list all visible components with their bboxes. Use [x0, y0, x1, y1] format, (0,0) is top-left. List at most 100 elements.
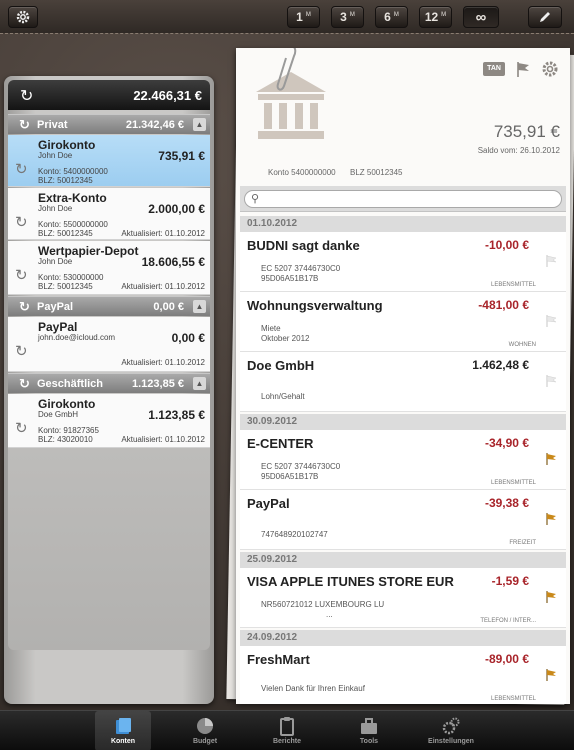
tab-konten[interactable]: Konten	[95, 711, 151, 750]
transaction-description: Lohn/Gehalt	[261, 392, 305, 401]
transaction-row[interactable]: Wohnungsverwaltung -481,00 € Miete Oktob…	[240, 292, 566, 352]
transaction-name: PayPal	[247, 496, 290, 511]
transaction-row[interactable]: FreshMart -89,00 € Vielen Dank für Ihren…	[240, 646, 566, 704]
transaction-name: VISA APPLE ITUNES STORE EUR	[247, 574, 454, 589]
account-row-girokonto-business[interactable]: ↻ Girokonto Doe GmbH 1.123,85 € Konto: 9…	[8, 394, 210, 448]
date-separator: 24.09.2012	[240, 630, 566, 646]
accounts-total: 22.466,31 €	[133, 88, 202, 103]
period-unit: M	[393, 12, 399, 18]
collapse-arrow-icon[interactable]: ▲	[193, 118, 206, 131]
refresh-icon[interactable]: ↻	[19, 117, 30, 133]
group-header-privat[interactable]: ↻ Privat 21.342,46 € ▲	[8, 114, 210, 134]
tab-budget[interactable]: Budget	[177, 711, 233, 750]
tab-einstellungen[interactable]: Einstellungen	[423, 711, 479, 750]
flag-white-icon[interactable]	[544, 314, 558, 328]
transaction-row[interactable]: PayPal -39,38 € 747648920102747 FREIZEIT	[240, 490, 566, 550]
account-row-wertpapier-depot[interactable]: ↻ Wertpapier-Depot John Doe 18.606,55 € …	[8, 241, 210, 295]
period-3m-button[interactable]: 3M	[331, 6, 364, 28]
refresh-icon[interactable]: ↻	[15, 419, 28, 437]
balance-date: Saldo vom: 26.10.2012	[477, 146, 560, 155]
transaction-amount: -10,00 €	[484, 238, 529, 252]
accounts-icon	[116, 718, 131, 734]
account-row-extra-konto[interactable]: ↻ Extra-Konto John Doe 2.000,00 € Konto:…	[8, 188, 210, 240]
transaction-description: 747648920102747	[261, 530, 328, 539]
flag-orange-icon[interactable]	[544, 452, 558, 466]
toolbox-icon	[361, 718, 377, 734]
edit-button[interactable]	[528, 6, 562, 28]
refresh-icon[interactable]: ↻	[15, 266, 28, 284]
transaction-description: NR560721012 LUXEMBOURG LU	[261, 600, 385, 609]
period-12m-button[interactable]: 12 M	[419, 6, 452, 28]
account-amount: 18.606,55 €	[141, 255, 205, 269]
settings-button[interactable]	[8, 6, 38, 28]
refresh-icon[interactable]: ↻	[19, 376, 30, 392]
transaction-description: EC 5207 37446730C0	[261, 462, 341, 471]
period-unit: M	[305, 12, 311, 18]
transaction-description: ...	[326, 610, 333, 619]
account-row-paypal[interactable]: ↻ PayPal john.doe@icloud.com 0,00 € Aktu…	[8, 317, 210, 372]
collapse-arrow-icon[interactable]: ▲	[193, 300, 206, 313]
flag-orange-icon[interactable]	[544, 512, 558, 526]
account-updated: Aktualisiert: 01.10.2012	[121, 282, 205, 291]
period-1m-button[interactable]: 1M	[287, 6, 320, 28]
flag-white-icon[interactable]	[544, 374, 558, 388]
refresh-icon[interactable]: ↻	[19, 299, 30, 315]
account-blz: BLZ: 50012345	[38, 176, 93, 185]
transaction-name: FreshMart	[247, 652, 310, 667]
transaction-category: FREIZEIT	[509, 540, 536, 546]
account-row-girokonto[interactable]: ↻ Girokonto John Doe 735,91 € Konto: 540…	[8, 135, 210, 187]
transaction-category: LEBENSMITTEL	[490, 480, 536, 486]
gear-icon	[16, 10, 30, 24]
account-number: Konto: 91827365	[38, 426, 99, 435]
tab-label: Einstellungen	[428, 738, 474, 745]
transaction-description: EC 5207 37446730C0	[261, 264, 341, 273]
refresh-all-icon[interactable]: ↻	[20, 86, 33, 106]
account-name: PayPal	[38, 320, 78, 334]
refresh-icon[interactable]: ↻	[15, 342, 28, 360]
account-number: Konto: 5500000000	[38, 220, 108, 229]
tan-button[interactable]: TAN	[483, 62, 505, 76]
flag-orange-icon[interactable]	[544, 668, 558, 682]
flag-white-icon[interactable]	[544, 254, 558, 268]
account-owner: john.doe@icloud.com	[38, 333, 116, 342]
period-all-button[interactable]: ∞	[463, 6, 499, 28]
transaction-row[interactable]: VISA APPLE ITUNES STORE EUR -1,59 € NR56…	[240, 568, 566, 628]
account-number: Konto: 5400000000	[38, 167, 108, 176]
account-amount: 0,00 €	[171, 331, 205, 345]
account-amount: 1.123,85 €	[148, 408, 205, 422]
group-sum: 21.342,46 €	[125, 119, 184, 131]
clipboard-icon	[280, 717, 294, 736]
period-6m-button[interactable]: 6M	[375, 6, 408, 28]
period-number: 12	[424, 10, 439, 24]
transaction-amount: -39,38 €	[484, 496, 529, 510]
paperclip-icon	[276, 48, 297, 91]
transaction-amount: -89,00 €	[484, 652, 529, 666]
transaction-amount: -34,90 €	[484, 436, 529, 450]
account-name: Extra-Konto	[38, 191, 107, 205]
gears-icon	[442, 717, 460, 735]
group-header-paypal[interactable]: ↻ PayPal 0,00 € ▲	[8, 296, 210, 316]
group-header-geschaeftlich[interactable]: ↻ Geschäftlich 1.123,85 € ▲	[8, 373, 210, 393]
tan-label: TAN	[487, 65, 501, 72]
collapse-arrow-icon[interactable]: ▲	[193, 377, 206, 390]
transaction-description: Miete	[261, 324, 281, 333]
pencil-icon	[540, 12, 550, 22]
period-unit: M	[441, 12, 447, 18]
gear-icon[interactable]	[541, 60, 559, 78]
tab-tools[interactable]: Tools	[341, 711, 397, 750]
account-updated: Aktualisiert: 01.10.2012	[121, 358, 205, 367]
flag-orange-icon[interactable]	[544, 590, 558, 604]
refresh-icon[interactable]: ↻	[15, 160, 28, 178]
transaction-row[interactable]: BUDNI sagt danke -10,00 € EC 5207 374467…	[240, 232, 566, 292]
refresh-icon[interactable]: ↻	[15, 213, 28, 231]
tab-berichte[interactable]: Berichte	[259, 711, 315, 750]
search-input[interactable]: ⚲	[244, 190, 562, 208]
flag-icon[interactable]	[514, 60, 532, 78]
transaction-row[interactable]: Doe GmbH 1.462,48 € Lohn/Gehalt	[240, 352, 566, 412]
transaction-description: 95D06A51B17B	[261, 472, 319, 481]
transaction-amount: 1.462,48 €	[472, 358, 529, 372]
transaction-row[interactable]: E-CENTER -34,90 € EC 5207 37446730C0 95D…	[240, 430, 566, 490]
account-number: Konto 5400000000	[268, 168, 336, 177]
transaction-name: Wohnungsverwaltung	[247, 298, 383, 313]
account-amount: 735,91 €	[158, 149, 205, 163]
